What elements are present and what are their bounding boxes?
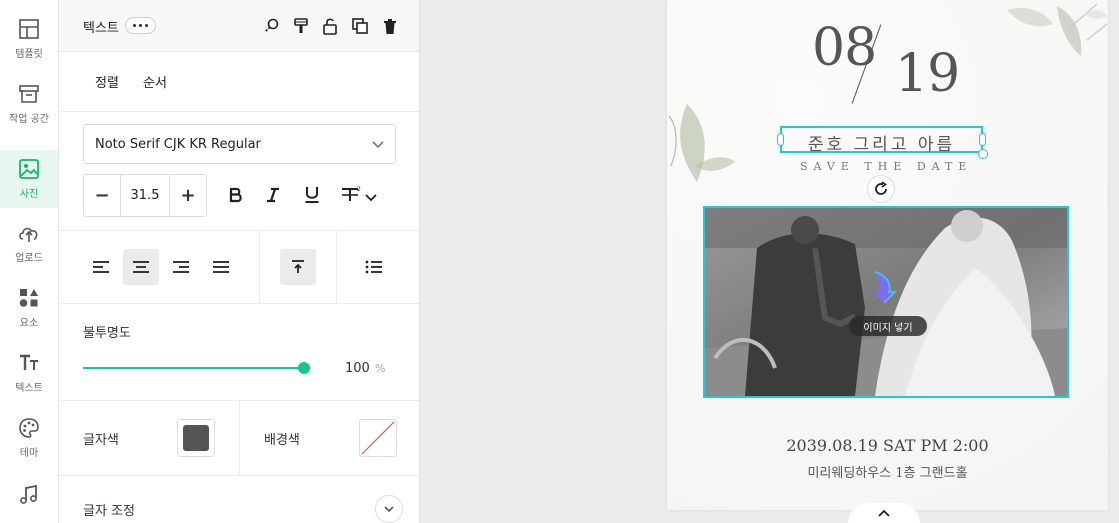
date-month[interactable]: 08: [812, 18, 877, 78]
left-rail: 템플릿 작업 공간 사진 업로드 요소 텍스트 테마: [0, 0, 59, 523]
text-adjust-label: 글자 조정: [83, 504, 135, 519]
more-options-button[interactable]: [125, 17, 156, 34]
image-icon: [19, 159, 39, 179]
chevron-down-icon: [372, 141, 384, 149]
floral-decoration-top-right: [1007, 3, 1108, 56]
divider: [239, 401, 240, 476]
font-size-decrease-button[interactable]: −: [84, 175, 120, 216]
unlock-icon[interactable]: [319, 15, 341, 37]
layout-icon: [19, 19, 39, 39]
strikethrough-icon[interactable]: 2: [337, 182, 387, 208]
rail-label-upload: 업로드: [15, 253, 43, 264]
event-datetime[interactable]: 2039.08.19 SAT PM 2:00: [667, 436, 1108, 455]
upload-cloud-icon: [19, 227, 38, 242]
rail-label-templates: 템플릿: [15, 49, 43, 60]
rail-label-theme: 테마: [19, 448, 39, 459]
font-family-select[interactable]: Noto Serif CJK KR Regular: [83, 124, 396, 164]
tab-align[interactable]: 정렬: [95, 72, 119, 91]
font-size-increase-button[interactable]: +: [170, 175, 206, 216]
align-right-icon[interactable]: [163, 249, 199, 285]
svg-text:2: 2: [357, 186, 361, 193]
leaf-decoration-left: [668, 104, 735, 182]
align-center-icon[interactable]: [123, 249, 159, 285]
opacity-label: 불투명도: [83, 326, 131, 341]
resize-handle-corner[interactable]: [978, 149, 988, 159]
canvas-area: 08 19 준호 그리고 아름 SAVE THE DATE 이미지 넣기 203…: [420, 0, 1119, 523]
divider: [259, 231, 260, 304]
rail-label-text: 텍스트: [15, 383, 43, 394]
panel-header: 텍스트: [59, 0, 419, 52]
alignment-section: [59, 230, 419, 304]
rotate-handle[interactable]: [867, 175, 895, 203]
date-day[interactable]: 19: [895, 44, 960, 104]
invitation-page: 08 19 준호 그리고 아름 SAVE THE DATE 이미지 넣기 203…: [667, 0, 1108, 510]
rail-item-theme[interactable]: 테마: [0, 409, 58, 467]
resize-handle-right[interactable]: [979, 133, 986, 146]
format-paint-icon[interactable]: [290, 15, 312, 37]
text-property-panel: 텍스트 정렬 순서 Noto Serif CJK KR Regular − 31…: [59, 0, 420, 523]
bg-color-swatch[interactable]: [359, 419, 397, 457]
page-panel-toggle[interactable]: [848, 503, 920, 523]
rail-item-templates[interactable]: 템플릿: [0, 10, 58, 68]
insert-image-arrow-icon: [873, 271, 897, 304]
chevron-up-icon: [878, 509, 890, 517]
underline-icon[interactable]: [299, 182, 325, 208]
align-left-icon[interactable]: [83, 249, 119, 285]
text-color-label: 글자색: [83, 433, 119, 448]
editor-root: 템플릿 작업 공간 사진 업로드 요소 텍스트 테마 텍스트 정렬 순서 Not…: [0, 0, 1119, 523]
text-adjust-toggle[interactable]: [375, 495, 403, 523]
duplicate-icon[interactable]: [349, 15, 371, 37]
insert-image-button[interactable]: 이미지 넣기: [849, 316, 927, 336]
palette-icon: [19, 418, 39, 438]
panel-tabs: 정렬 순서: [59, 52, 419, 112]
bold-icon[interactable]: [223, 182, 249, 208]
opacity-value[interactable]: 100: [345, 361, 370, 376]
rail-label-elements: 요소: [19, 318, 39, 329]
align-justify-icon[interactable]: [203, 249, 239, 285]
selected-text-box[interactable]: 준호 그리고 아름: [777, 126, 988, 159]
opacity-slider-thumb[interactable]: [298, 362, 310, 374]
text-icon: [20, 354, 38, 370]
wedding-photo-frame[interactable]: 이미지 넣기: [703, 206, 1069, 398]
rail-item-workspace[interactable]: 작업 공간: [0, 75, 58, 133]
rail-item-text[interactable]: 텍스트: [0, 344, 58, 402]
text-color-swatch[interactable]: [177, 419, 215, 457]
no-color-icon: [361, 421, 395, 455]
align-top-icon[interactable]: [280, 249, 316, 285]
trash-icon[interactable]: [379, 15, 401, 37]
opacity-unit: %: [375, 362, 386, 375]
rail-item-elements[interactable]: 요소: [0, 279, 58, 337]
italic-icon[interactable]: [260, 182, 286, 208]
event-venue[interactable]: 미리웨딩하우스 1층 그랜드홀: [667, 462, 1108, 481]
tab-order[interactable]: 순서: [143, 72, 167, 91]
panel-title: 텍스트: [83, 21, 119, 36]
font-family-value: Noto Serif CJK KR Regular: [95, 137, 261, 152]
chevron-down-icon: [384, 506, 394, 513]
rotate-icon: [875, 181, 887, 195]
rail-label-photos: 사진: [19, 189, 39, 200]
opacity-slider-track[interactable]: [83, 367, 304, 369]
save-the-date-text[interactable]: SAVE THE DATE: [800, 160, 972, 173]
font-size-value[interactable]: 31.5: [120, 175, 170, 216]
archive-icon: [19, 85, 39, 103]
bg-color-label: 배경색: [264, 433, 300, 448]
rail-item-music[interactable]: [0, 466, 58, 523]
resize-handle-left[interactable]: [777, 133, 784, 146]
color-section: 글자색 배경색: [59, 400, 419, 476]
list-icon[interactable]: [356, 249, 392, 285]
rail-item-upload[interactable]: 업로드: [0, 214, 58, 272]
divider: [336, 231, 337, 304]
couple-names[interactable]: 준호 그리고 아름: [782, 130, 981, 155]
shapes-icon: [19, 289, 38, 307]
rail-item-photos[interactable]: 사진: [0, 150, 58, 208]
music-icon: [20, 484, 37, 504]
find-replace-icon[interactable]: [261, 15, 283, 37]
font-size-stepper: − 31.5 +: [83, 174, 207, 217]
rail-label-workspace: 작업 공간: [9, 114, 49, 125]
